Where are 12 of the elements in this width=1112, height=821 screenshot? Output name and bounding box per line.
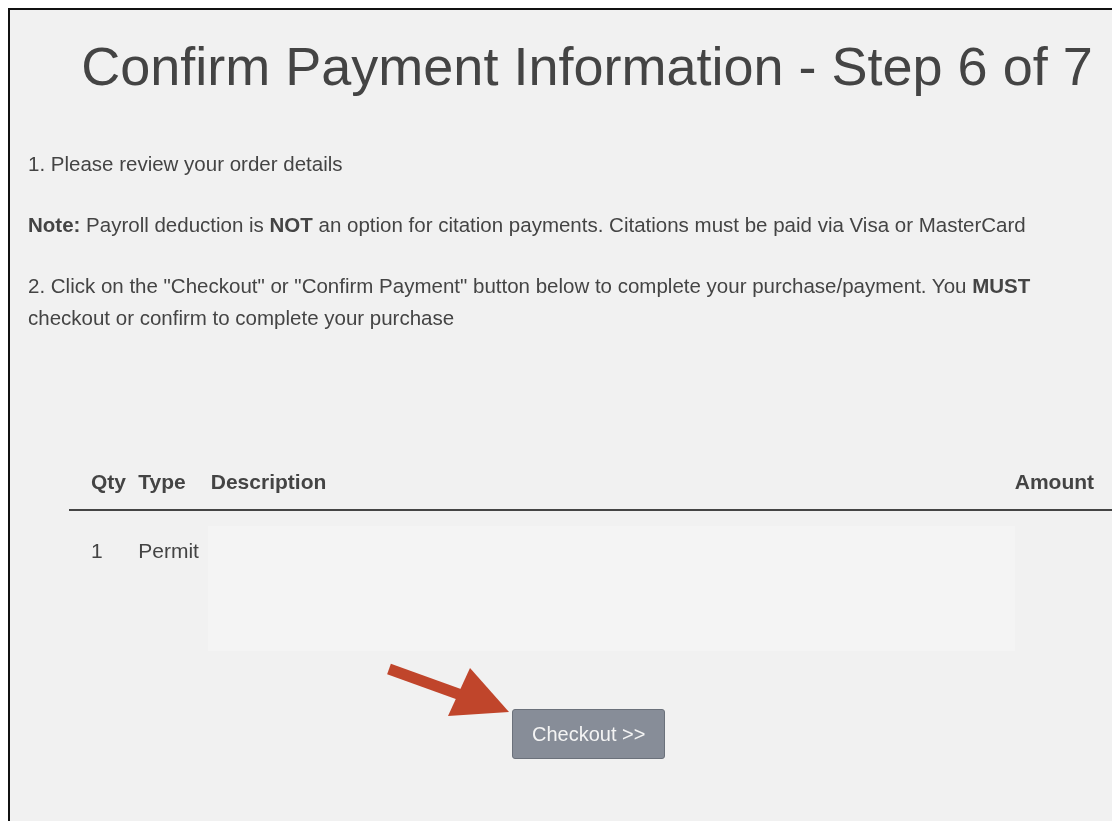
instruction-text: Note: Payroll deduction is NOT an option for citation payments. Citations must be paid via Visa or MasterCard bbox=[28, 212, 1027, 238]
column-header: Description bbox=[210, 470, 327, 493]
table-cell: Permit bbox=[138, 538, 199, 564]
page-title: Confirm Payment Information - Step 6 of 7 bbox=[80, 36, 1094, 96]
column-header: Type bbox=[138, 470, 186, 493]
arrow-icon bbox=[387, 663, 509, 716]
table-cell: 1 bbox=[91, 538, 103, 564]
instruction-text: 2. Click on the "Checkout" or "Confirm Payment" button below to complete your purchase/payment. You MUST checkout or confirm to complete your purchase bbox=[28, 273, 1032, 331]
checkout-button[interactable]: Checkout >> bbox=[512, 709, 666, 759]
column-header: Qty bbox=[91, 470, 126, 493]
column-header: Amount bbox=[1014, 470, 1095, 493]
instruction-text: 1. Please review your order details bbox=[28, 151, 344, 177]
